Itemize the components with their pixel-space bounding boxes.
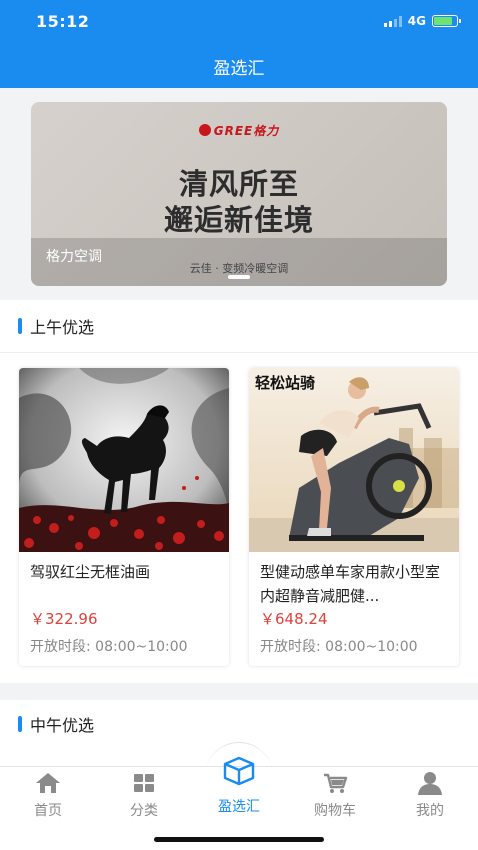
product-hours: 开放时段: 08:00~10:00	[260, 639, 418, 655]
product-hours: 开放时段: 08:00~10:00	[30, 639, 188, 655]
banner-section: GREE格力 清风所至 邂逅新佳境 格力空调 云佳 · 变频冷暖空调	[0, 88, 478, 300]
cart-icon	[287, 771, 383, 795]
page-title: 盈选汇	[213, 59, 265, 79]
product-card[interactable]: 驾驭红尘无框油画 ￥322.96 开放时段: 08:00~10:00	[19, 368, 229, 666]
section-header: 中午优选	[18, 714, 95, 735]
status-right: 4G	[383, 14, 461, 28]
product-price: ￥648.24	[260, 610, 328, 628]
product-name: 驾驭红尘无框油画	[30, 563, 151, 581]
tab-label: 盈选汇	[218, 799, 260, 815]
tab-mine[interactable]: 我的	[382, 767, 478, 820]
headline-line2: 邂逅新佳境	[163, 203, 314, 237]
status-time: 15:12	[36, 12, 90, 31]
product-card[interactable]: 轻松站骑 型健动感单车家用款小型室内超静音减肥健... ￥648.24 开放时段…	[249, 368, 459, 666]
brand-logo: GREE格力	[31, 122, 447, 139]
section-header: 上午优选	[18, 316, 95, 337]
exercise-bike-image: 轻松站骑	[249, 368, 459, 552]
status-bar: 15:12 4G	[36, 12, 461, 34]
network-label: 4G	[407, 14, 426, 28]
promo-banner[interactable]: GREE格力 清风所至 邂逅新佳境 格力空调 云佳 · 变频冷暖空调	[31, 102, 447, 286]
home-icon	[0, 771, 96, 795]
tab-cart[interactable]: 购物车	[287, 767, 383, 820]
tab-label: 分类	[130, 803, 158, 819]
product-price: ￥322.96	[30, 610, 98, 628]
grid-icon	[96, 771, 192, 795]
tab-label: 购物车	[314, 803, 356, 819]
app-header: 15:12 4G 盈选汇	[0, 0, 478, 88]
tab-label: 我的	[416, 803, 444, 819]
user-icon	[382, 771, 478, 795]
box-icon	[191, 755, 287, 787]
section-accent-bar	[18, 716, 22, 732]
product-name: 型健动感单车家用款小型室内超静音减肥健...	[260, 563, 441, 605]
section-title: 上午优选	[30, 318, 95, 337]
product-image: 轻松站骑	[249, 368, 459, 552]
headline-line1: 清风所至	[178, 167, 299, 201]
signal-icon	[383, 15, 402, 27]
tab-yingxuanhui[interactable]: 盈选汇	[191, 756, 287, 816]
carousel-indicator[interactable]	[228, 275, 250, 279]
tab-label: 首页	[34, 803, 62, 819]
battery-icon	[432, 15, 461, 27]
tab-home[interactable]: 首页	[0, 767, 96, 820]
brand-name: GREE格力	[213, 124, 280, 138]
divider	[0, 352, 478, 353]
home-indicator[interactable]	[154, 837, 324, 842]
banner-headline: 清风所至 邂逅新佳境	[31, 166, 447, 238]
section-accent-bar	[18, 318, 22, 334]
tab-category[interactable]: 分类	[96, 767, 192, 820]
product-image	[19, 368, 229, 552]
image-overlay-text: 轻松站骑	[255, 374, 315, 392]
horse-painting-image	[19, 368, 229, 552]
banner-subtitle: 云佳 · 变频冷暖空调	[189, 262, 289, 275]
section-title: 中午优选	[30, 716, 95, 735]
morning-section: 上午优选 驾驭红尘无框油画 ￥322.96 开放时段: 08:00~10:00 …	[0, 300, 478, 683]
